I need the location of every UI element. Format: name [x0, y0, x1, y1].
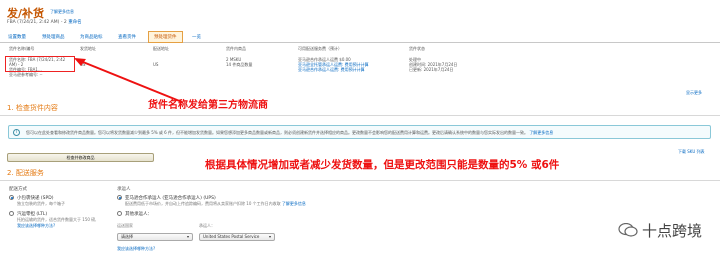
annotation-shipment-name: 货件名称发给第三方物流商 — [148, 100, 268, 111]
wechat-logo-icon — [618, 223, 638, 237]
review-modify-button[interactable]: 检查并修改商品 — [7, 153, 154, 162]
annotation-quantity-rule: 根据具体情况增加或者减少发货数量，但是更改范围只能是数量的5% 或6件 — [205, 159, 560, 171]
watermark-text: 十点跨境 — [642, 222, 703, 240]
status-value: 处理中 创建时间: 2021年7月24日 已更新: 2021年7月24日 — [409, 57, 458, 72]
learn-more-link[interactable]: 了解更多信息 — [50, 9, 74, 15]
col-contents-head: 货件内商品 — [226, 46, 246, 51]
shipment-name: FBA (7/24/21, 2:42 AM) - 2 — [7, 20, 67, 25]
other-carrier-label[interactable]: 其他承运人： — [125, 211, 152, 217]
highlight-box — [5, 56, 75, 72]
shipment-subtitle: FBA (7/24/21, 2:42 AM) - 2 重命名 — [7, 19, 82, 25]
carrier-learn-more-link[interactable]: 了解更多信息 — [282, 201, 306, 206]
divider — [0, 180, 720, 181]
country-label: 运送国家 — [117, 223, 133, 228]
carrier-label: 承运人 — [117, 187, 131, 192]
carrier-select-label: 承运人： — [199, 223, 215, 228]
tab-set-quantity[interactable]: 设置数量 — [8, 34, 26, 40]
chevron-down-icon: ▾ — [186, 234, 189, 239]
ltl-radio[interactable] — [9, 211, 14, 216]
tab-label-products[interactable]: 为商品贴标 — [80, 34, 103, 40]
other-carrier-radio[interactable] — [117, 211, 122, 216]
tab-prep-products[interactable]: 预处理商品 — [42, 34, 65, 40]
tab-prep-shipment[interactable]: 预处理货件 — [148, 31, 183, 43]
alert-text: 您可以在此处查看和修改货件商品数量。您可以将发货数量减少到最多 5% 或 6 件… — [26, 130, 554, 135]
info-icon: i — [13, 129, 20, 136]
chevron-down-icon: ▾ — [268, 234, 271, 239]
partnered-carrier-radio[interactable] — [117, 195, 122, 200]
show-more-link[interactable]: 显示更多 — [686, 90, 702, 96]
tab-review-shipment[interactable]: 查看货件 — [118, 34, 136, 40]
method-help-link[interactable]: 我应该选择哪种方法? — [117, 246, 155, 252]
workflow-tabs: 设置数量 预处理商品 为商品贴标 查看货件 预处理货件 一览 — [0, 31, 720, 43]
contents-value: 2 MSKU 14 件商品数量 — [226, 57, 253, 67]
alert-learn-more-link[interactable]: 了解更多信息 — [529, 130, 553, 135]
spd-option-desc: 独立包装的货件，每个箱子 — [17, 201, 65, 206]
section-check-contents: 1. 检查货件内容 — [7, 104, 58, 112]
spd-radio[interactable] — [9, 195, 14, 200]
shipping-method-label: 配送方式 — [9, 187, 27, 192]
col-shipment-name-head: 货件名称/编号 — [9, 46, 35, 51]
fees-value: 亚马逊合作承运人运费 $0.00 亚马逊全托管承运人运费: 费用预计计算 亚马逊… — [298, 57, 369, 72]
rename-link[interactable]: 重命名 — [68, 20, 82, 25]
carrier-select[interactable]: United States Postal Service ▾ — [199, 233, 275, 241]
col-status-head: 货件状态 — [409, 46, 425, 51]
info-alert: i 您可以在此处查看和修改货件商品数量。您可以将发货数量减少到最多 5% 或 6… — [8, 125, 711, 139]
divider — [0, 115, 720, 116]
section-shipping-service: 2. 配送服务 — [7, 169, 44, 177]
country-select[interactable]: 请选择 ▾ — [117, 233, 193, 241]
tab-summary[interactable]: 一览 — [192, 34, 201, 40]
partnered-carrier-desc: 配送费用低于市场价，并自动上传追踪编码，费用将从卖家账户扣除 10 个工作日内收… — [125, 201, 306, 206]
ltl-help-link[interactable]: 我应该选择哪种方法? — [17, 223, 55, 229]
download-sku-link[interactable]: 下载 SKU 列表 — [678, 149, 705, 155]
col-fees-head: 可用配送服务费（预计） — [298, 46, 342, 51]
